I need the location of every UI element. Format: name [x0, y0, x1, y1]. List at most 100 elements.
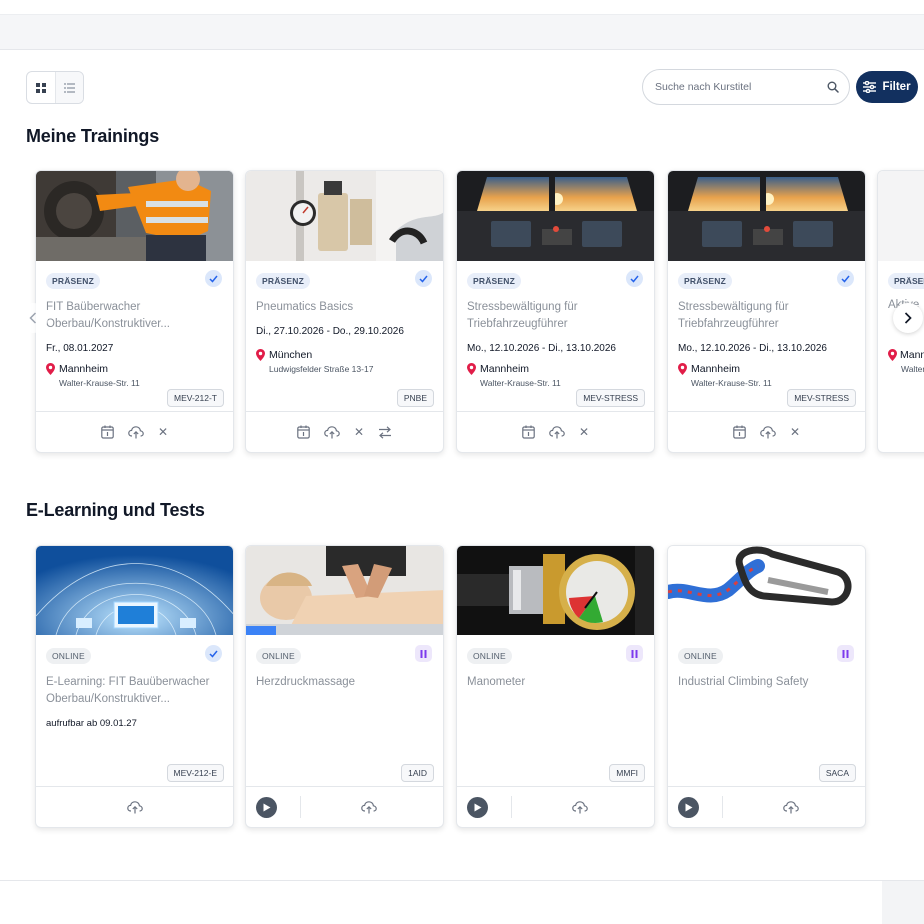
status-badge: ONLINE: [467, 648, 512, 664]
card-street: Walter-Krause-Str. 11: [691, 378, 772, 388]
card-actions: ✕: [246, 411, 443, 452]
search-icon[interactable]: [827, 81, 839, 93]
card-street: Walter: [901, 364, 924, 374]
course-code: MEV-STRESS: [787, 389, 856, 407]
section-title-elearning: E-Learning und Tests: [26, 500, 205, 520]
play-button[interactable]: [256, 796, 277, 818]
elearning-card[interactable]: ONLINE Manometer MMFI: [456, 545, 655, 828]
course-code: PNBE: [396, 389, 434, 407]
section-title-trainings: Meine Trainings: [26, 126, 160, 146]
play-icon: [263, 803, 270, 811]
course-code: MMFI: [609, 764, 645, 782]
divider: [511, 796, 512, 818]
card-actions: [36, 786, 233, 827]
search-input[interactable]: [655, 81, 827, 93]
card-title: Stressbewältigung für Triebfahrzeugführe…: [678, 301, 789, 330]
card-city: München: [269, 349, 313, 361]
play-button[interactable]: [678, 796, 699, 818]
calendar-icon[interactable]: [297, 425, 310, 439]
play-button[interactable]: [467, 796, 488, 818]
play-icon: [474, 803, 481, 811]
swap-icon[interactable]: [378, 425, 392, 439]
card-actions: ✕: [668, 411, 865, 452]
filter-label: Filter: [882, 81, 911, 93]
card-location: Mannheim: [46, 363, 223, 375]
card-image: [668, 546, 865, 635]
check-icon: [205, 645, 222, 662]
elearning-card[interactable]: ONLINE Herzdruckmassage 1AID: [245, 545, 444, 828]
card-street: Walter-Krause-Str. 11: [480, 378, 561, 388]
status-badge: PRÄSEN: [888, 273, 924, 289]
card-city: Mannheim: [480, 363, 530, 375]
card-actions: ✕: [36, 411, 233, 452]
cloud-upload-icon[interactable]: [324, 425, 340, 439]
search-box: [642, 69, 850, 105]
cloud-upload-icon[interactable]: [128, 425, 144, 439]
location-pin-icon: [256, 349, 265, 361]
card-actions: [246, 786, 443, 827]
card-actions: [457, 786, 654, 827]
card-location: Mannheim: [678, 363, 855, 375]
chevron-left-icon: [29, 312, 37, 324]
training-card[interactable]: PRÄSENZ Pneumatics Basics Di., 27.10.202…: [245, 170, 444, 453]
card-actions: ✕: [457, 411, 654, 452]
card-title: Herzdruckmassage: [256, 676, 356, 688]
list-icon: [63, 82, 75, 93]
cloud-upload-icon[interactable]: [760, 425, 776, 439]
card-city: Mannheim: [691, 363, 741, 375]
card-street: Walter-Krause-Str. 11: [59, 378, 140, 388]
training-card[interactable]: PRÄSENZ FIT Baüberwacher Oberbau/Konstru…: [35, 170, 234, 453]
course-code: 1AID: [401, 764, 434, 782]
cloud-upload-icon[interactable]: [126, 800, 143, 814]
check-icon: [415, 270, 432, 287]
elearning-card[interactable]: ONLINE Industrial Climbing Safety SACA: [667, 545, 866, 828]
card-title: E-Learning: FIT Bauüberwacher Oberbau/Ko…: [46, 676, 210, 705]
calendar-icon[interactable]: [101, 425, 114, 439]
cloud-upload-icon[interactable]: [361, 800, 377, 814]
cloud-upload-icon[interactable]: [572, 800, 588, 814]
pause-icon: [837, 645, 854, 662]
card-image: [36, 546, 233, 635]
location-pin-icon: [46, 363, 55, 375]
card-title: Manometer: [467, 676, 526, 688]
carousel-next-button[interactable]: [893, 303, 923, 333]
elearning-card[interactable]: ONLINE E-Learning: FIT Bauüberwacher Obe…: [35, 545, 234, 828]
cloud-upload-icon[interactable]: [783, 800, 799, 814]
training-card[interactable]: PRÄSENZ Stressbewältigung für Triebfahrz…: [667, 170, 866, 453]
close-icon[interactable]: ✕: [790, 426, 800, 438]
close-icon[interactable]: ✕: [579, 426, 589, 438]
location-pin-icon: [678, 363, 687, 375]
card-image: [668, 171, 865, 261]
status-badge: ONLINE: [256, 648, 301, 664]
calendar-icon[interactable]: [522, 425, 535, 439]
card-title: FIT Baüberwacher Oberbau/Konstruktiver..…: [46, 301, 171, 330]
card-city: Mann: [900, 349, 924, 361]
close-icon[interactable]: ✕: [354, 426, 364, 438]
card-date: Fr., 08.01.2027: [46, 343, 114, 354]
grid-icon: [35, 82, 46, 93]
card-image: [246, 171, 443, 261]
grid-view-button[interactable]: [27, 72, 55, 103]
card-date: Mo., 12.10.2026 - Di., 13.10.2026: [678, 343, 827, 354]
close-icon[interactable]: ✕: [158, 426, 168, 438]
play-icon: [685, 803, 692, 811]
check-icon: [837, 270, 854, 287]
view-toggle: [26, 71, 84, 104]
card-location: München: [256, 349, 433, 361]
card-street: Ludwigsfelder Straße 13-17: [269, 364, 374, 374]
card-date: Mo., 12.10.2026 - Di., 13.10.2026: [467, 343, 616, 354]
calendar-icon[interactable]: [733, 425, 746, 439]
card-actions: [668, 786, 865, 827]
cloud-upload-icon[interactable]: [549, 425, 565, 439]
training-card[interactable]: PRÄSENZ Stressbewältigung für Triebfahrz…: [456, 170, 655, 453]
filter-button[interactable]: Filter: [856, 71, 918, 103]
footer-bar: [0, 880, 924, 924]
sliders-icon: [863, 81, 877, 93]
carousel-prev-button[interactable]: [18, 303, 48, 333]
status-badge: PRÄSENZ: [46, 273, 101, 289]
card-image: [36, 171, 233, 261]
chevron-right-icon: [904, 312, 912, 324]
card-location: Mann: [888, 349, 924, 361]
list-view-button[interactable]: [54, 72, 83, 103]
card-image: [878, 171, 924, 261]
